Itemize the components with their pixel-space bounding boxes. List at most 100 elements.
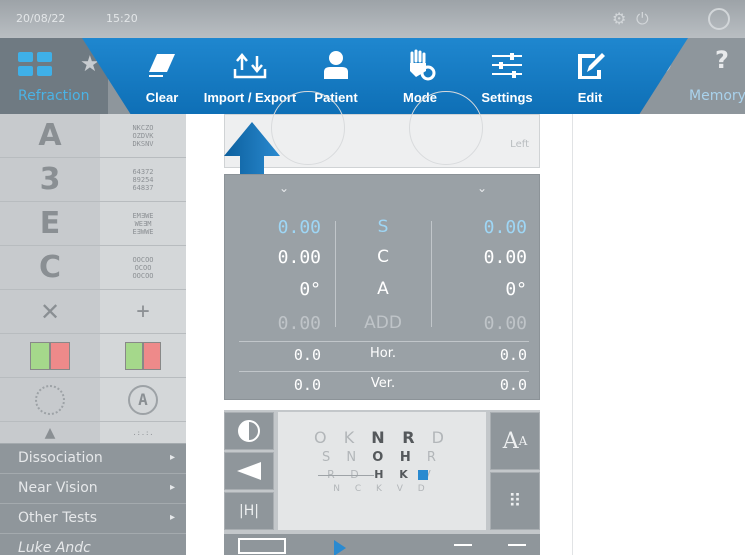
import-export-icon [198, 48, 302, 82]
test-chart-thumb: OOCOO OCOO OOCOO [100, 246, 186, 289]
test-chart-thumb: NKCZO OZDVK DKSNV [100, 114, 186, 157]
edit-label: Edit [577, 90, 603, 105]
system-time: 15:20 [106, 12, 138, 25]
test-row[interactable]: E EMƎWE WEƎM EƎWWE [0, 202, 186, 245]
clear-label: Clear [145, 90, 179, 105]
chart-pointer-line [318, 475, 374, 476]
chevron-right-icon: ▸ [170, 482, 176, 493]
chart-bottom-strip [224, 534, 540, 555]
menu-dissociation-label: Dissociation [18, 450, 103, 466]
settings-label: Settings [481, 90, 533, 105]
tab-memory-label: Memory [689, 88, 745, 104]
test-landolt-c: C [0, 246, 100, 289]
triangle-left-icon[interactable] [224, 452, 274, 490]
test-row[interactable]: C OOCOO OCOO OOCOO [0, 246, 186, 289]
chevron-right-icon: ▸ [170, 452, 176, 463]
menu-dissociation[interactable]: Dissociation ▸ [0, 443, 186, 473]
chart-line-3: R D H K V [327, 468, 437, 481]
app-screen: 20/08/22 15:20 ⚙ ⏻ Refraction ★ ? Memory… [0, 0, 745, 555]
fan-icon: ▲ [0, 422, 100, 444]
right-cylinder-value[interactable]: 0.00 [225, 247, 321, 268]
test-row[interactable]: A [0, 378, 186, 421]
test-row[interactable]: ▲ .:.:. [0, 422, 186, 444]
sphere-label: S [377, 217, 389, 237]
add-label: ADD [364, 313, 402, 333]
menu-other-tests[interactable]: Other Tests ▸ [0, 503, 186, 533]
test-row[interactable] [0, 334, 186, 377]
menu-other-tests-label: Other Tests [18, 510, 98, 526]
menu-near-vision-label: Near Vision [18, 480, 98, 496]
right-ver-value[interactable]: 0.0 [225, 376, 321, 394]
minus-icon[interactable] [508, 544, 526, 546]
chart-pointer-marker [418, 470, 428, 480]
test-chart-thumb: .:.:. [100, 422, 186, 444]
divider [239, 341, 529, 342]
value-row-cylinder[interactable]: 0.00 C 0.00 [225, 247, 541, 277]
chart-line-4: N C K V D [333, 484, 431, 494]
chevron-down-icon[interactable]: ⌄ [279, 181, 289, 195]
test-chart-thumb: 64372 89254 64837 [100, 158, 186, 201]
test-row[interactable]: 3 64372 89254 64837 [0, 158, 186, 201]
record-icon[interactable] [708, 8, 730, 30]
left-hor-value[interactable]: 0.0 [427, 346, 527, 364]
left-axis-value[interactable]: 0° [427, 279, 527, 300]
tab-refraction-label: Refraction [18, 88, 90, 104]
test-row[interactable]: ✕ + [0, 290, 186, 333]
font-size-button[interactable]: AA [490, 412, 540, 470]
test-row[interactable]: A NKCZO OZDVK DKSNV [0, 114, 186, 157]
left-add-value[interactable]: 0.00 [427, 313, 527, 334]
axis-label: A [377, 279, 389, 299]
left-sphere-value[interactable]: 0.00 [427, 217, 527, 238]
overlay-toolbar: Clear Import / Export Patient Mode Setti… [82, 38, 688, 114]
hand-gear-icon [392, 48, 448, 82]
test-chart-thumb: EMƎWE WEƎM EƎWWE [100, 202, 186, 245]
value-row-axis[interactable]: 0° A 0° [225, 279, 541, 309]
hor-label: Hor. [369, 346, 396, 361]
dot-grid-icon[interactable]: ⠿ [490, 472, 540, 530]
left-lens-icon[interactable] [409, 91, 483, 165]
astigmatism-a-icon: A [100, 378, 186, 421]
triangle-right-icon[interactable] [334, 540, 346, 555]
value-row-add[interactable]: 0.00 ADD 0.00 [225, 313, 541, 343]
chevron-down-icon[interactable]: ⌄ [477, 181, 487, 195]
menu-luke-andc[interactable]: Luke Andc [0, 533, 186, 555]
left-ver-value[interactable]: 0.0 [427, 376, 527, 394]
help-icon[interactable]: ? [715, 46, 729, 74]
menu-luke-andc-label: Luke Andc [18, 540, 91, 555]
ver-label: Ver. [370, 376, 396, 391]
refraction-values: ⌄ ⌄ 0.00 S 0.00 0.00 C 0.00 0° A 0° 0.00… [224, 174, 540, 400]
edit-button[interactable]: Edit [566, 48, 614, 110]
left-cylinder-value[interactable]: 0.00 [427, 247, 527, 268]
gear-icon[interactable]: ⚙ [612, 9, 626, 28]
test-letter-e: E [0, 202, 100, 245]
chevron-right-icon: ▸ [170, 512, 176, 523]
red-green-icon [100, 334, 186, 377]
cylinder-label: C [377, 247, 389, 267]
test-number-3: 3 [0, 158, 100, 201]
person-icon [308, 48, 364, 82]
edit-icon [566, 48, 614, 82]
value-row-vertical-prism[interactable]: 0.0 Ver. 0.0 [225, 376, 541, 406]
right-hor-value[interactable]: 0.0 [225, 346, 321, 364]
right-lens-icon[interactable] [271, 91, 345, 165]
right-axis-value[interactable]: 0° [225, 279, 321, 300]
rectangle-icon[interactable] [238, 538, 286, 554]
menu-near-vision[interactable]: Near Vision ▸ [0, 473, 186, 503]
bracket-h-icon[interactable]: |H| [224, 492, 274, 530]
minus-icon[interactable] [454, 544, 472, 546]
value-row-sphere[interactable]: 0.00 S 0.00 [225, 217, 541, 247]
grid-icon [18, 52, 56, 78]
power-icon[interactable]: ⏻ [636, 9, 649, 29]
right-panel [572, 114, 745, 555]
settings-button[interactable]: Settings [474, 48, 540, 110]
test-letter-a: A [0, 114, 100, 157]
clear-button[interactable]: Clear [134, 48, 190, 110]
right-sphere-value[interactable]: 0.00 [225, 217, 321, 238]
system-date: 20/08/22 [16, 12, 66, 25]
chart-line-2: S N O H R [322, 450, 442, 465]
left-eye-label[interactable]: Left [510, 139, 529, 150]
right-add-value[interactable]: 0.00 [225, 313, 321, 334]
red-green-icon [0, 334, 100, 377]
contrast-icon[interactable] [224, 412, 274, 450]
chart-line-1: O K N R D [314, 428, 450, 447]
